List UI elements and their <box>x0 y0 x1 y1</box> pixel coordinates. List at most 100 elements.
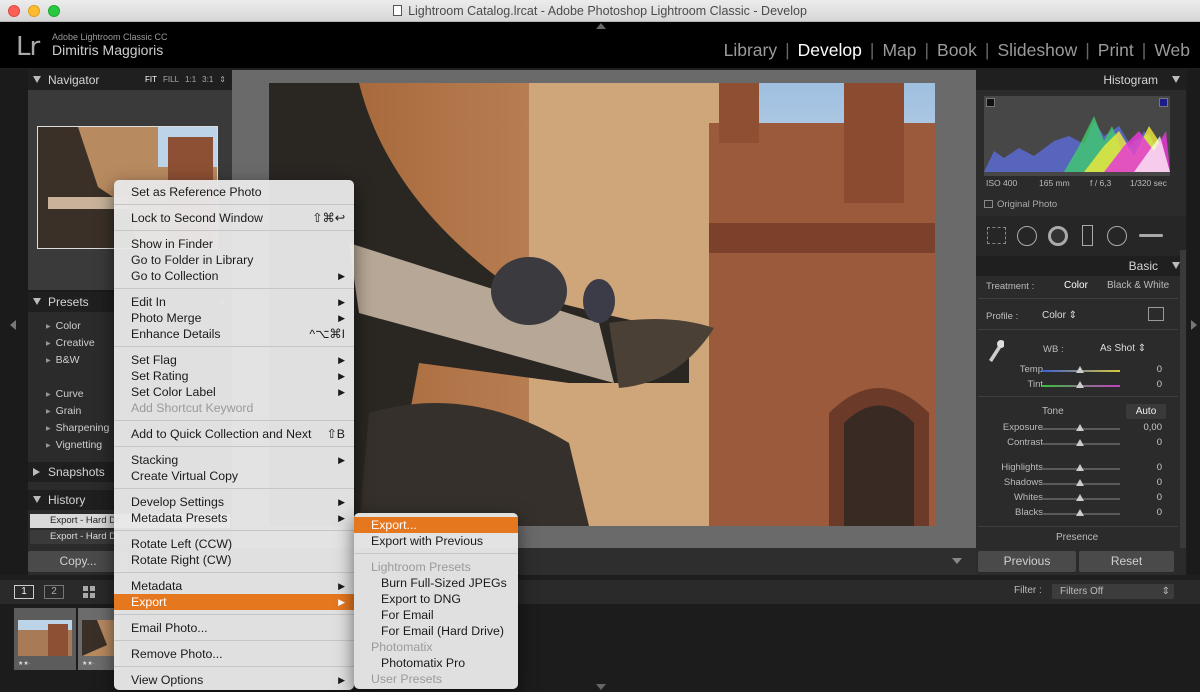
module-map[interactable]: Map <box>874 40 924 61</box>
filter-dropdown[interactable]: Filters Off ⇕ <box>1052 584 1174 599</box>
zoom-3-1[interactable]: 3:1 <box>202 75 213 84</box>
zoom-fit[interactable]: FIT <box>145 75 157 84</box>
menu-item[interactable]: Metadata Presets ▶ <box>114 510 354 526</box>
preset-folder-sharpening[interactable]: Sharpening <box>46 422 110 434</box>
menu-item[interactable]: Create Virtual Copy <box>114 468 354 484</box>
blacks-slider[interactable]: Blacks 0 <box>984 507 1174 521</box>
previous-button[interactable]: Previous <box>978 551 1076 572</box>
menu-item[interactable]: Go to Folder in Library <box>114 252 354 268</box>
treatment-bw-option[interactable]: Black & White <box>1107 280 1169 291</box>
wb-dropdown[interactable]: As Shot ⇕ <box>1100 343 1146 354</box>
collapse-top-panel-icon[interactable] <box>596 23 606 29</box>
menu-item-export-dialog[interactable]: Export... <box>354 517 518 533</box>
minimize-window-button[interactable] <box>28 5 40 17</box>
slider-value[interactable]: 0 <box>1157 477 1162 488</box>
menu-item[interactable]: Rotate Left (CCW) <box>114 536 354 552</box>
slider-value[interactable]: 0 <box>1157 379 1162 390</box>
menu-item-export[interactable]: Export ▶ <box>114 594 354 610</box>
menu-item[interactable]: Burn Full-Sized JPEGs <box>354 575 518 591</box>
red-eye-icon[interactable] <box>1048 226 1068 246</box>
navigator-header[interactable]: Navigator FIT FILL 1:1 3:1 ⇕ <box>28 70 232 90</box>
highlights-slider[interactable]: Highlights 0 <box>984 462 1174 476</box>
preset-folder-color[interactable]: Color <box>46 320 81 332</box>
module-web[interactable]: Web <box>1146 40 1198 61</box>
menu-item[interactable]: Stacking ▶ <box>114 452 354 468</box>
menu-item[interactable]: View Options ▶ <box>114 672 354 688</box>
preset-folder-curve[interactable]: Curve <box>46 388 84 400</box>
menu-item[interactable]: Set Flag ▶ <box>114 352 354 368</box>
module-library[interactable]: Library <box>716 40 786 61</box>
preset-folder-vignetting[interactable]: Vignetting <box>46 439 103 451</box>
right-panel-scrollbar[interactable] <box>1180 250 1186 550</box>
collapse-right-panel-icon[interactable] <box>1191 320 1197 330</box>
slider-value[interactable]: 0 <box>1157 364 1162 375</box>
right-panel-edge[interactable] <box>1187 70 1200 575</box>
left-panel-edge[interactable] <box>0 70 28 575</box>
module-slideshow[interactable]: Slideshow <box>989 40 1085 61</box>
exposure-slider[interactable]: Exposure 0,00 <box>984 422 1174 436</box>
graduated-filter-icon[interactable] <box>1082 225 1093 246</box>
profile-dropdown[interactable]: Color ⇕ <box>1042 310 1077 321</box>
profile-browser-icon[interactable] <box>1148 307 1164 321</box>
shadows-slider[interactable]: Shadows 0 <box>984 477 1174 491</box>
filmstrip-thumbnail[interactable]: ★★· <box>14 608 76 670</box>
spot-removal-icon[interactable] <box>1017 226 1037 246</box>
menu-item[interactable]: Lock to Second Window ⇧⌘↩ <box>114 210 354 226</box>
slider-value[interactable]: 0 <box>1157 492 1162 503</box>
preset-folder-creative[interactable]: Creative <box>46 337 95 349</box>
menu-item[interactable]: Show in Finder <box>114 236 354 252</box>
histogram-graph[interactable] <box>984 96 1170 176</box>
secondary-window-button[interactable]: 2 <box>44 585 64 599</box>
menu-item[interactable]: Edit In ▶ <box>114 294 354 310</box>
menu-item[interactable]: Remove Photo... <box>114 646 354 662</box>
menu-item[interactable]: Set as Reference Photo <box>114 184 354 200</box>
crop-tool-icon[interactable] <box>987 227 1006 244</box>
slider-value[interactable]: 0 <box>1157 507 1162 518</box>
menu-item[interactable]: Add to Quick Collection and Next ⇧B <box>114 426 354 442</box>
toolbar-content-dropdown-icon[interactable] <box>952 558 962 564</box>
white-balance-eyedropper-icon[interactable] <box>986 338 1005 362</box>
module-book[interactable]: Book <box>929 40 985 61</box>
module-print[interactable]: Print <box>1090 40 1142 61</box>
menu-item[interactable]: Set Rating ▶ <box>114 368 354 384</box>
menu-item[interactable]: Metadata ▶ <box>114 578 354 594</box>
basic-header[interactable]: Basic <box>976 256 1186 276</box>
slider-value[interactable]: 0 <box>1157 462 1162 473</box>
copy-button[interactable]: Copy... <box>28 551 128 572</box>
menu-item[interactable]: Photo Merge ▶ <box>114 310 354 326</box>
reset-button[interactable]: Reset <box>1079 551 1174 572</box>
collapse-left-panel-icon[interactable] <box>10 320 16 330</box>
zoom-window-button[interactable] <box>48 5 60 17</box>
menu-item[interactable]: For Email <box>354 607 518 623</box>
treatment-color-option[interactable]: Color <box>1064 280 1088 291</box>
whites-slider[interactable]: Whites 0 <box>984 492 1174 506</box>
histogram-header[interactable]: Histogram <box>976 70 1186 90</box>
zoom-fill[interactable]: FILL <box>163 75 179 84</box>
radial-filter-icon[interactable] <box>1107 226 1127 246</box>
grid-view-icon[interactable] <box>82 585 96 599</box>
menu-item[interactable]: Develop Settings ▶ <box>114 494 354 510</box>
menu-item[interactable]: Enhance Details ^⌥⌘I <box>114 326 354 342</box>
preset-folder-grain[interactable]: Grain <box>46 405 82 417</box>
menu-item[interactable]: For Email (Hard Drive) <box>354 623 518 639</box>
menu-item[interactable]: Export with Previous <box>354 533 518 549</box>
checkbox-icon[interactable] <box>984 200 993 208</box>
main-photo[interactable] <box>269 83 935 526</box>
menu-item[interactable]: Rotate Right (CW) <box>114 552 354 568</box>
menu-item[interactable]: Go to Collection ▶ <box>114 268 354 284</box>
module-develop[interactable]: Develop <box>790 40 870 61</box>
zoom-1-1[interactable]: 1:1 <box>185 75 196 84</box>
adjustment-brush-icon[interactable] <box>1139 234 1163 237</box>
menu-item[interactable]: Export to DNG <box>354 591 518 607</box>
main-window-button[interactable]: 1 <box>14 585 34 599</box>
menu-item[interactable]: Email Photo... <box>114 620 354 636</box>
zoom-stepper-icon[interactable]: ⇕ <box>219 75 226 84</box>
menu-item[interactable]: Set Color Label ▶ <box>114 384 354 400</box>
collapse-filmstrip-icon[interactable] <box>596 684 606 690</box>
slider-value[interactable]: 0 <box>1157 437 1162 448</box>
tint-slider[interactable]: Tint 0 <box>984 379 1174 393</box>
menu-item[interactable]: Photomatix Pro <box>354 655 518 671</box>
preset-folder-bw[interactable]: B&W <box>46 354 80 366</box>
original-photo-toggle[interactable]: Original Photo <box>984 199 1057 210</box>
contrast-slider[interactable]: Contrast 0 <box>984 437 1174 451</box>
